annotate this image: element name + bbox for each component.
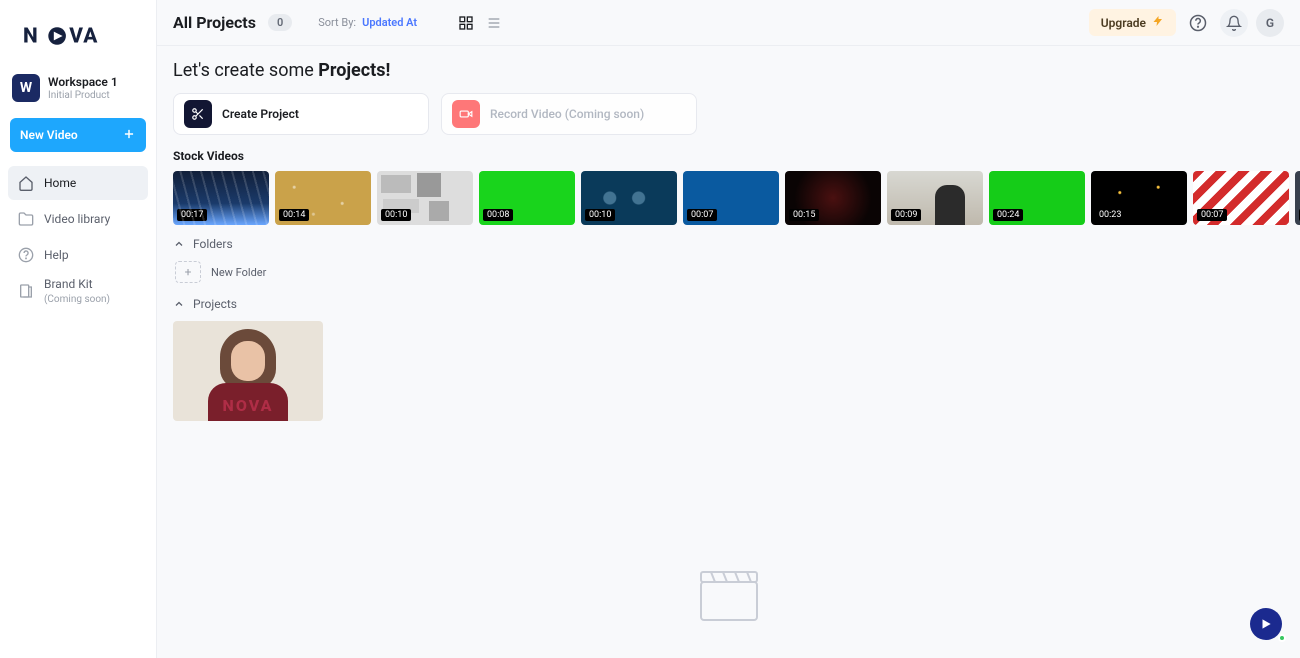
new-folder-button[interactable]: + New Folder xyxy=(175,261,1300,283)
new-folder-icon: + xyxy=(175,261,201,283)
duration-badge: 00:10 xyxy=(381,209,411,221)
new-video-label: New Video xyxy=(20,128,78,142)
bolt-icon xyxy=(1152,15,1164,30)
workspace-badge: W xyxy=(12,74,40,102)
home-icon xyxy=(18,175,34,191)
workspace-subtitle: Initial Product xyxy=(48,90,118,101)
projects-toggle[interactable]: Projects xyxy=(173,297,1300,311)
nav-video-library[interactable]: Video library xyxy=(8,202,148,236)
upgrade-button[interactable]: Upgrade xyxy=(1089,9,1176,36)
help-icon xyxy=(18,247,34,263)
nav-brand-kit[interactable]: Brand Kit (Coming soon) xyxy=(8,274,148,308)
brand-kit-icon xyxy=(18,283,34,299)
new-folder-label: New Folder xyxy=(211,266,266,279)
duration-badge: 00:17 xyxy=(177,209,207,221)
nav-brand-kit-sub: (Coming soon) xyxy=(44,294,110,305)
duration-badge: 00:15 xyxy=(789,209,819,221)
create-project-card[interactable]: Create Project xyxy=(173,93,429,135)
workspace-name: Workspace 1 xyxy=(48,75,118,89)
new-video-button[interactable]: New Video xyxy=(10,118,146,152)
topbar: All Projects 0 Sort By: Updated At xyxy=(157,0,1300,46)
view-grid-button[interactable] xyxy=(457,14,475,32)
notifications-button[interactable] xyxy=(1220,9,1248,37)
record-video-card: Record Video (Coming soon) xyxy=(441,93,697,135)
stock-video-thumb[interactable]: 00:08 xyxy=(479,171,575,225)
create-project-label: Create Project xyxy=(222,107,299,121)
duration-badge: 00:07 xyxy=(687,209,717,221)
stock-video-thumb[interactable]: 00:23 xyxy=(1091,171,1187,225)
project-card[interactable]: NOVA xyxy=(173,321,323,421)
sidebar: N VA W Workspace 1 Initial Product New V… xyxy=(0,0,157,658)
record-video-label: Record Video (Coming soon) xyxy=(490,107,644,121)
stock-video-thumb[interactable]: 00:24 xyxy=(989,171,1085,225)
stock-video-thumb[interactable]: 00:14 xyxy=(275,171,371,225)
stock-video-thumb[interactable]: 00:07 xyxy=(683,171,779,225)
nav-brand-kit-label: Brand Kit xyxy=(44,277,93,291)
help-top-button[interactable] xyxy=(1184,9,1212,37)
workspace-selector[interactable]: W Workspace 1 Initial Product xyxy=(8,68,148,112)
nav-home[interactable]: Home xyxy=(8,166,148,200)
projects-heading: Projects xyxy=(193,297,237,311)
stock-videos-row: 00:17 00:14 00:10 00:08 00:10 00:07 00:15 00:09… xyxy=(173,171,1300,225)
stock-video-thumb[interactable]: 00:10 xyxy=(581,171,677,225)
stock-video-thumb[interactable]: 00:09 xyxy=(887,171,983,225)
floating-play-button[interactable] xyxy=(1250,608,1282,640)
svg-text:VA: VA xyxy=(69,25,98,49)
empty-state-icon xyxy=(697,568,761,628)
sort-by-label: Sort By: xyxy=(318,16,356,29)
nav-help-label: Help xyxy=(44,248,69,262)
stock-videos-heading: Stock Videos xyxy=(173,149,1300,163)
scissors-icon xyxy=(184,100,212,128)
watermark-text: NOVA xyxy=(223,396,274,415)
duration-badge: 00:14 xyxy=(279,209,309,221)
duration-badge: 00:23 xyxy=(1095,209,1125,221)
user-avatar[interactable]: G xyxy=(1256,9,1284,37)
folder-icon xyxy=(18,211,34,227)
duration-badge: 00:07 xyxy=(1197,209,1227,221)
duration-badge: 00:10 xyxy=(585,209,615,221)
folders-toggle[interactable]: Folders xyxy=(173,237,1300,251)
upgrade-label: Upgrade xyxy=(1101,16,1146,30)
view-list-button[interactable] xyxy=(485,14,503,32)
status-online-dot xyxy=(1278,634,1286,642)
stock-video-thumb[interactable]: 00:10 xyxy=(377,171,473,225)
duration-badge: 00:09 xyxy=(891,209,921,221)
nav-help[interactable]: Help xyxy=(8,238,148,272)
stock-video-thumb[interactable]: 00:17 xyxy=(173,171,269,225)
folders-heading: Folders xyxy=(193,237,233,251)
chevron-up-icon xyxy=(173,298,185,310)
project-thumbnail: NOVA xyxy=(173,321,323,421)
plus-icon xyxy=(122,127,136,144)
sort-by-value[interactable]: Updated At xyxy=(362,16,417,29)
nav-video-library-label: Video library xyxy=(44,212,110,226)
camera-icon xyxy=(452,100,480,128)
stock-video-thumb[interactable]: 00:15 xyxy=(785,171,881,225)
project-count-badge: 0 xyxy=(268,14,292,31)
page-title: All Projects xyxy=(173,13,256,32)
stock-video-thumb[interactable]: 00:1 xyxy=(1295,171,1300,225)
duration-badge: 00:08 xyxy=(483,209,513,221)
brand-logo: N VA xyxy=(8,12,148,68)
stock-video-thumb[interactable]: 00:07 xyxy=(1193,171,1289,225)
hero-text: Let's create some Projects! xyxy=(173,60,1300,81)
chevron-up-icon xyxy=(173,238,185,250)
svg-text:N: N xyxy=(23,25,39,49)
duration-badge: 00:24 xyxy=(993,209,1023,221)
nav-home-label: Home xyxy=(44,176,76,190)
